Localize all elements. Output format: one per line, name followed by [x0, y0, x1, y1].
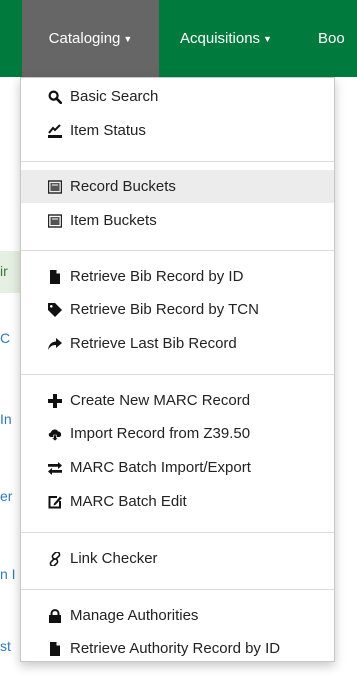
- nav-acquisitions-menu[interactable]: Acquisitions ▼: [180, 0, 272, 77]
- menu-item-marc-batch-import-export[interactable]: MARC Batch Import/Export: [21, 451, 334, 484]
- menu-item-item-buckets[interactable]: Item Buckets: [21, 204, 334, 237]
- bucket-icon: [47, 213, 63, 229]
- menu-item-retrieve-authority-id[interactable]: Retrieve Authority Record by ID: [21, 632, 334, 665]
- menu-item-label: Retrieve Authority Record by ID: [70, 640, 281, 657]
- menu-item-link-checker[interactable]: Link Checker: [21, 542, 334, 575]
- top-navbar: Cataloging ▼ Acquisitions ▼ Boo: [0, 0, 357, 77]
- plus-icon: [47, 393, 63, 409]
- menu-item-label: MARC Batch Import/Export: [70, 459, 251, 476]
- menu-item-label: Item Buckets: [70, 212, 157, 229]
- background-link-fragment[interactable]: er: [0, 488, 12, 504]
- nav-cataloging-label: Cataloging: [48, 30, 121, 47]
- search-icon: [47, 89, 63, 105]
- bucket-icon: [47, 179, 63, 195]
- menu-item-retrieve-bib-id[interactable]: Retrieve Bib Record by ID: [21, 260, 334, 293]
- menu-item-create-marc[interactable]: Create New MARC Record: [21, 384, 334, 417]
- menu-item-item-status[interactable]: Item Status: [21, 114, 334, 147]
- background-link-fragment[interactable]: C: [0, 330, 10, 346]
- menu-divider: [21, 161, 334, 162]
- menu-item-label: Retrieve Bib Record by ID: [70, 268, 244, 285]
- file-icon: [47, 269, 63, 285]
- nav-cataloging-menu[interactable]: Cataloging ▼: [22, 0, 159, 77]
- tag-icon: [47, 302, 63, 318]
- menu-divider: [21, 589, 334, 590]
- menu-item-label: Manage Authorities: [70, 607, 199, 624]
- menu-item-label: Record Buckets: [70, 178, 176, 195]
- nav-books-menu[interactable]: Boo: [318, 0, 345, 77]
- edit-icon: [47, 494, 63, 510]
- transfer-icon: [47, 460, 63, 476]
- menu-item-marc-batch-edit[interactable]: MARC Batch Edit: [21, 485, 334, 518]
- menu-item-retrieve-bib-tcn[interactable]: Retrieve Bib Record by TCN: [21, 293, 334, 326]
- menu-item-label: Link Checker: [70, 550, 158, 567]
- menu-item-label: MARC Batch Edit: [70, 493, 187, 510]
- menu-item-label: Retrieve Bib Record by TCN: [70, 301, 259, 318]
- menu-divider: [21, 250, 334, 251]
- menu-item-label: Retrieve Last Bib Record: [70, 335, 237, 352]
- menu-item-label: Basic Search: [70, 88, 159, 105]
- menu-item-basic-search[interactable]: Basic Search: [21, 80, 334, 113]
- menu-item-label: Create New MARC Record: [70, 392, 251, 409]
- caret-down-icon: ▼: [263, 34, 272, 44]
- file-icon: [47, 641, 63, 657]
- menu-item-label: Import Record from Z39.50: [70, 425, 251, 442]
- cloud-download-icon: [47, 426, 63, 442]
- lock-icon: [47, 608, 63, 624]
- background-link-fragment[interactable]: st: [0, 638, 11, 654]
- menu-item-import-z3950[interactable]: Import Record from Z39.50: [21, 417, 334, 450]
- menu-item-manage-authorities[interactable]: Manage Authorities: [21, 599, 334, 632]
- menu-divider: [21, 374, 334, 375]
- item-status-icon: [47, 123, 63, 139]
- nav-acquisitions-label: Acquisitions: [180, 30, 261, 47]
- background-text-fragment: ir: [0, 263, 8, 279]
- nav-books-label: Boo: [318, 30, 345, 47]
- background-link-fragment[interactable]: n I: [0, 566, 16, 582]
- share-arrow-icon: [47, 336, 63, 352]
- background-link-fragment[interactable]: In: [0, 411, 12, 427]
- menu-item-retrieve-last-bib[interactable]: Retrieve Last Bib Record: [21, 327, 334, 360]
- cataloging-dropdown-menu: Basic Search Item Status Record Buckets …: [20, 77, 335, 662]
- menu-divider: [21, 532, 334, 533]
- caret-down-icon: ▼: [123, 34, 133, 44]
- menu-item-record-buckets[interactable]: Record Buckets: [21, 170, 334, 203]
- menu-item-label: Item Status: [70, 122, 146, 139]
- link-icon: [47, 551, 63, 567]
